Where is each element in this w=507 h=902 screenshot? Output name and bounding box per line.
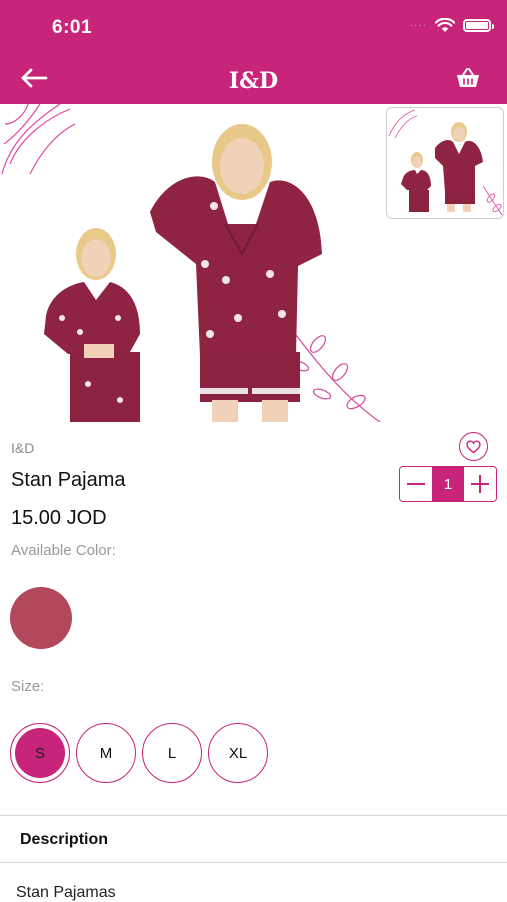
size-label: Size: [11, 678, 45, 695]
page-title: I&D [228, 68, 279, 94]
color-swatch[interactable] [10, 587, 72, 649]
decrease-quantity-button[interactable] [400, 467, 432, 501]
product-brand: I&D [11, 440, 35, 456]
increase-quantity-button[interactable] [464, 467, 496, 501]
wifi-icon [435, 18, 455, 32]
description-title: Description [20, 831, 109, 848]
product-name: Stan Pajama [11, 469, 126, 491]
size-option-xl[interactable]: XL [208, 723, 268, 783]
product-thumbnail[interactable] [386, 107, 504, 219]
product-main-image[interactable] [0, 104, 385, 422]
floral-decoration-icon [1, 104, 76, 175]
basket-icon [457, 68, 479, 87]
divider [0, 862, 507, 863]
size-option-l[interactable]: L [142, 723, 202, 783]
app-header: 6:01 ···· I&D [0, 0, 507, 104]
size-option-m[interactable]: M [76, 723, 136, 783]
description-text: Stan Pajamas [16, 884, 116, 901]
status-icons: ···· [409, 18, 494, 33]
signal-icon: ···· [409, 20, 427, 31]
model-small [44, 228, 140, 422]
battery-icon [463, 19, 494, 32]
size-options: S M L XL [10, 723, 268, 783]
plus-icon [471, 475, 489, 493]
available-color-label: Available Color: [11, 542, 116, 559]
quantity-stepper: 1 [399, 466, 497, 502]
favorite-button[interactable] [459, 432, 488, 461]
status-time: 6:01 [52, 17, 93, 38]
cart-button[interactable] [451, 62, 485, 94]
quantity-value: 1 [432, 467, 464, 501]
size-option-s[interactable]: S [10, 723, 70, 783]
divider [0, 815, 507, 816]
thumbnail-photo [388, 109, 503, 217]
model-large [150, 124, 322, 422]
product-price: 15.00 JOD [11, 507, 107, 529]
minus-icon [407, 483, 425, 485]
heart-icon [466, 439, 481, 453]
product-photo [1, 104, 381, 422]
